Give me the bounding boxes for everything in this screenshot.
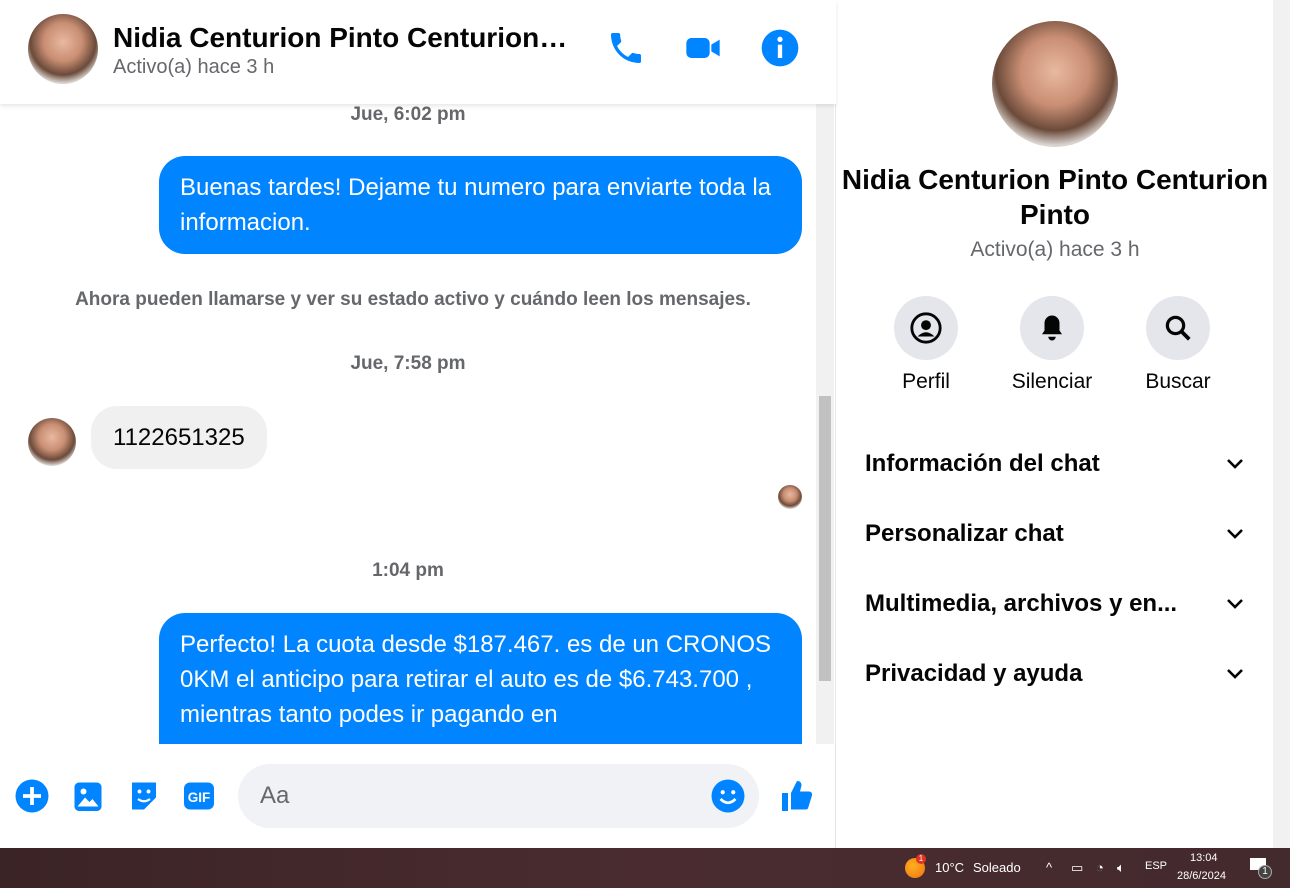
timestamp: Jue, 7:58 pm [350, 353, 466, 374]
section-customize-chat[interactable]: Personalizar chat [865, 520, 1245, 548]
chevron-up-icon[interactable]: ^ [1046, 860, 1052, 875]
video-call-icon[interactable] [683, 28, 723, 68]
contact-avatar[interactable] [28, 14, 98, 84]
section-label: Multimedia, archivos y en... [865, 590, 1178, 617]
system-notice: Ahora pueden llamarse y ver su estado ac… [75, 289, 751, 310]
profile-button[interactable]: Perfil [866, 296, 986, 394]
weather-condition[interactable]: Soleado [973, 860, 1021, 875]
scrollbar-thumb[interactable] [819, 396, 831, 681]
message-list: Jue, 6:02 pm Buenas tardes! Dejame tu nu… [0, 104, 816, 744]
chevron-down-icon [1227, 459, 1243, 469]
language-indicator[interactable]: ESP [1145, 860, 1167, 872]
contact-avatar-small [28, 418, 76, 466]
outgoing-message[interactable]: Perfecto! La cuota desde $187.467. es de… [159, 613, 802, 744]
section-label: Privacidad y ayuda [865, 660, 1083, 687]
section-label: Información del chat [865, 450, 1100, 477]
windows-taskbar: 1 10°C Soleado ^ ▭ ◔ 🔈︎ ESP 13:04 28/6/2… [0, 848, 1290, 888]
plus-icon[interactable] [14, 778, 50, 814]
contact-status: Activo(a) hace 3 h [113, 56, 275, 78]
search-label: Buscar [1145, 370, 1211, 393]
search-icon [1165, 315, 1191, 341]
profile-label: Perfil [902, 370, 950, 393]
conversation-details-panel: Nidia Centurion Pinto Centurion Pinto Ac… [837, 0, 1273, 848]
profile-status: Activo(a) hace 3 h [970, 238, 1140, 261]
chat-pane: Nidia Centurion Pinto Centurion Pinto Ac… [0, 0, 836, 848]
weather-badge: 1 [916, 854, 926, 864]
camera-icon[interactable]: ▭ [1071, 860, 1083, 876]
profile-icon [910, 312, 942, 344]
section-media-files[interactable]: Multimedia, archivos y en... [865, 590, 1245, 618]
notification-count: 1 [1258, 865, 1272, 879]
image-icon[interactable] [70, 778, 106, 814]
message-input[interactable]: Aa [238, 764, 759, 828]
bell-icon [1042, 315, 1062, 341]
info-icon[interactable] [760, 28, 800, 68]
message-scrollbar[interactable] [816, 104, 834, 744]
profile-avatar[interactable] [992, 21, 1118, 147]
weather-temp[interactable]: 10°C [935, 860, 964, 875]
page-scrollbar[interactable] [1273, 0, 1290, 848]
chat-header: Nidia Centurion Pinto Centurion Pinto Ac… [0, 0, 836, 104]
section-chat-info[interactable]: Información del chat [865, 450, 1245, 478]
wifi-icon[interactable]: ◔ [1096, 860, 1104, 875]
svg-text:GIF: GIF [188, 790, 211, 805]
incoming-message[interactable]: 1122651325 [91, 406, 267, 469]
section-privacy-help[interactable]: Privacidad y ayuda [865, 660, 1245, 688]
outgoing-message[interactable]: Buenas tardes! Dejame tu numero para env… [159, 156, 802, 254]
sticker-icon[interactable] [126, 778, 162, 814]
mute-button[interactable]: Silenciar [992, 296, 1112, 394]
contact-name[interactable]: Nidia Centurion Pinto Centurion Pinto [113, 22, 573, 54]
chevron-down-icon [1227, 599, 1243, 609]
like-icon[interactable] [779, 778, 815, 814]
search-button[interactable]: Buscar [1118, 296, 1238, 394]
composer: GIF Aa [0, 744, 836, 848]
chevron-down-icon [1227, 669, 1243, 679]
phone-icon[interactable] [606, 28, 646, 68]
read-receipt-avatar [778, 485, 802, 509]
clock-date[interactable]: 28/6/2024 [1177, 870, 1226, 882]
clock-time[interactable]: 13:04 [1190, 852, 1218, 864]
profile-name: Nidia Centurion Pinto Centurion Pinto [841, 164, 1269, 230]
section-label: Personalizar chat [865, 520, 1064, 547]
timestamp: Jue, 6:02 pm [350, 104, 466, 125]
emoji-icon[interactable] [710, 778, 746, 814]
mute-label: Silenciar [1011, 370, 1093, 393]
chevron-down-icon [1227, 529, 1243, 539]
gif-icon[interactable]: GIF [181, 778, 217, 814]
volume-icon[interactable]: 🔈︎ [1117, 860, 1125, 876]
timestamp: 1:04 pm [372, 560, 444, 581]
